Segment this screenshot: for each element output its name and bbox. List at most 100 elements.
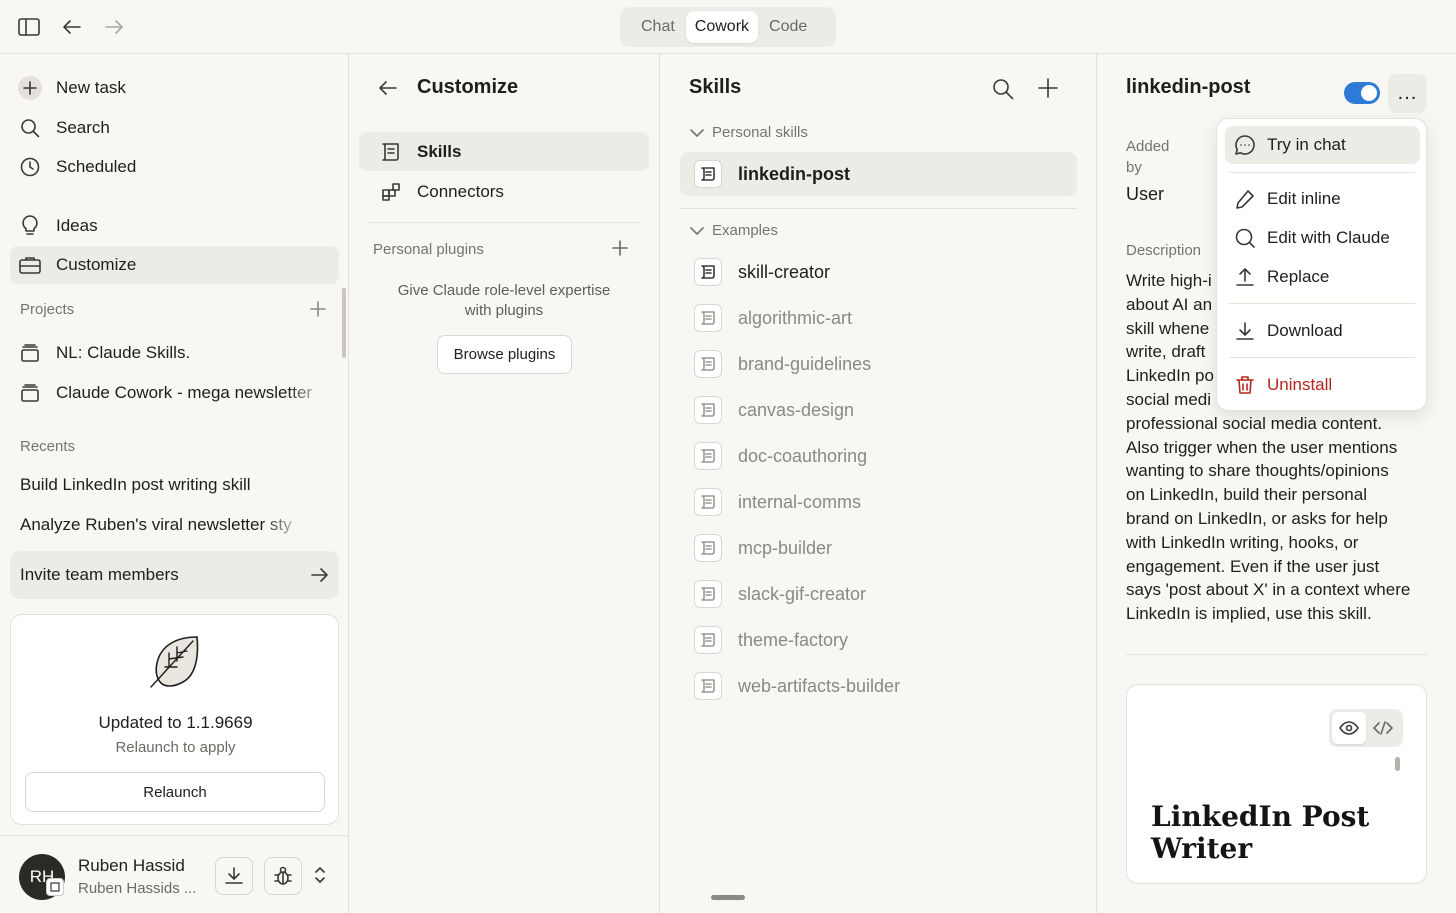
skill-row-linkedin-post[interactable]: linkedin-post xyxy=(680,152,1077,196)
connectors-label: Connectors xyxy=(417,181,504,201)
skill-label: web-artifacts-builder xyxy=(738,675,901,696)
scroll-icon xyxy=(694,626,722,654)
description-line: brand on LinkedIn, or asks for help xyxy=(1126,508,1388,528)
back-arrow-icon[interactable] xyxy=(378,80,398,96)
search-icon[interactable] xyxy=(992,78,1014,100)
examples-heading: Examples xyxy=(712,222,778,239)
lightbulb-icon xyxy=(18,214,42,238)
tab-code[interactable]: Code xyxy=(760,11,816,43)
skill-label: theme-factory xyxy=(738,629,849,650)
menu-label: Uninstall xyxy=(1267,375,1333,394)
sidebar-toggle-icon[interactable] xyxy=(15,14,43,40)
plugins-hint: Give Claude role-level expertise with pl… xyxy=(397,282,611,319)
skill-label: doc-coauthoring xyxy=(738,445,868,466)
scroll-icon xyxy=(694,580,722,608)
skill-label: brand-guidelines xyxy=(738,353,872,374)
skill-row[interactable]: skill-creator xyxy=(680,250,1077,294)
divider xyxy=(680,208,1077,209)
user-name: Ruben Hassid xyxy=(78,856,185,875)
resize-handle[interactable] xyxy=(711,895,745,900)
sidebar-item-ideas[interactable]: Ideas xyxy=(10,207,339,245)
sidebar-item-customize[interactable]: Customize xyxy=(10,246,339,284)
plus-icon xyxy=(18,76,42,100)
description-line: says 'post about X' in a context where xyxy=(1126,580,1411,600)
sidebar-item-search[interactable]: Search xyxy=(10,109,339,147)
download-button[interactable] xyxy=(215,857,253,895)
personal-plugins-heading: Personal plugins xyxy=(373,241,484,258)
menu-item-edit-with-claude[interactable]: Edit with Claude xyxy=(1225,219,1420,257)
project-item[interactable]: Claude Cowork - mega newsletter xyxy=(10,374,339,412)
skill-row[interactable]: canvas-design xyxy=(680,388,1077,432)
menu-label: Edit inline xyxy=(1267,189,1341,208)
skill-row[interactable]: brand-guidelines xyxy=(680,342,1077,386)
scroll-icon xyxy=(694,672,722,700)
connectors-icon xyxy=(379,180,403,204)
sidebar: New task Search Scheduled Ideas Customiz… xyxy=(0,54,349,913)
search-label: Search xyxy=(56,118,110,137)
skills-title: Skills xyxy=(689,76,742,98)
menu-separator xyxy=(1229,303,1415,304)
scroll-icon xyxy=(694,258,722,286)
project-label: NL: Claude Skills. xyxy=(56,343,191,362)
preview-scrollbar[interactable] xyxy=(1395,757,1400,771)
description-line: engagement. Even if the user just xyxy=(1126,556,1380,576)
folder-stack-icon xyxy=(18,381,42,405)
skill-row[interactable]: slack-gif-creator xyxy=(680,572,1077,616)
added-by-value: User xyxy=(1126,184,1165,204)
skill-row[interactable]: internal-comms xyxy=(680,480,1077,524)
add-plugin-icon[interactable] xyxy=(612,240,628,256)
customize-label: Customize xyxy=(56,255,137,274)
menu-item-uninstall[interactable]: Uninstall xyxy=(1225,366,1420,404)
skill-row[interactable]: algorithmic-art xyxy=(680,296,1077,340)
tab-cowork[interactable]: Cowork xyxy=(685,11,759,43)
menu-label: Try in chat xyxy=(1267,135,1346,154)
skill-row[interactable]: mcp-builder xyxy=(680,526,1077,570)
menu-separator xyxy=(1229,172,1415,173)
upload-icon xyxy=(1235,267,1255,287)
customize-title: Customize xyxy=(417,76,519,98)
skill-row[interactable]: web-artifacts-builder xyxy=(680,664,1077,708)
menu-item-download[interactable]: Download xyxy=(1225,312,1420,350)
recent-item[interactable]: Analyze Ruben's viral newsletter sty xyxy=(20,515,305,535)
recents-heading: Recents xyxy=(20,438,76,455)
skill-row[interactable]: theme-factory xyxy=(680,618,1077,662)
examples-toggle[interactable]: Examples xyxy=(690,222,778,239)
skill-row[interactable]: doc-coauthoring xyxy=(680,434,1077,478)
menu-item-edit-inline[interactable]: Edit inline xyxy=(1225,180,1420,218)
bug-icon[interactable] xyxy=(264,857,302,895)
add-project-icon[interactable] xyxy=(310,301,326,317)
invite-team-button[interactable]: Invite team members xyxy=(10,551,339,599)
description-line: with LinkedIn writing, hooks, or xyxy=(1126,532,1359,552)
code-icon[interactable] xyxy=(1366,712,1400,744)
more-options-button[interactable]: ... xyxy=(1388,74,1427,113)
ideas-label: Ideas xyxy=(56,216,98,235)
browse-plugins-button[interactable]: Browse plugins xyxy=(437,335,572,374)
personal-skills-toggle[interactable]: Personal skills xyxy=(690,124,808,141)
menu-item-replace[interactable]: Replace xyxy=(1225,258,1420,296)
recent-item[interactable]: Build LinkedIn post writing skill xyxy=(20,475,305,495)
chevron-updown-icon[interactable] xyxy=(314,866,326,884)
folder-stack-icon xyxy=(18,341,42,365)
forward-arrow-icon[interactable] xyxy=(100,14,128,40)
add-skill-icon[interactable] xyxy=(1038,78,1058,98)
sidebar-item-scheduled[interactable]: Scheduled xyxy=(10,148,339,186)
eye-icon[interactable] xyxy=(1332,712,1366,744)
description-line: on LinkedIn, build their personal xyxy=(1126,485,1367,505)
tab-skills[interactable]: Skills xyxy=(359,132,649,171)
arrow-right-icon xyxy=(311,567,329,583)
back-arrow-icon[interactable] xyxy=(58,14,86,40)
relaunch-button[interactable]: Relaunch xyxy=(25,772,325,812)
tab-chat[interactable]: Chat xyxy=(632,11,684,43)
enable-toggle[interactable] xyxy=(1344,82,1380,104)
skill-preview-card: LinkedIn Post Writer xyxy=(1126,684,1427,884)
tab-connectors[interactable]: Connectors xyxy=(359,172,649,211)
menu-separator xyxy=(1229,357,1415,358)
new-task-button[interactable]: New task xyxy=(10,69,339,107)
chevron-down-icon xyxy=(690,226,704,236)
menu-item-try-in-chat[interactable]: Try in chat xyxy=(1225,126,1420,164)
project-item[interactable]: NL: Claude Skills. xyxy=(10,334,339,372)
sidebar-scrollbar[interactable] xyxy=(342,288,346,358)
skill-label: canvas-design xyxy=(738,399,855,420)
skill-title: linkedin-post xyxy=(1126,76,1251,98)
menu-label: Edit with Claude xyxy=(1267,228,1390,247)
